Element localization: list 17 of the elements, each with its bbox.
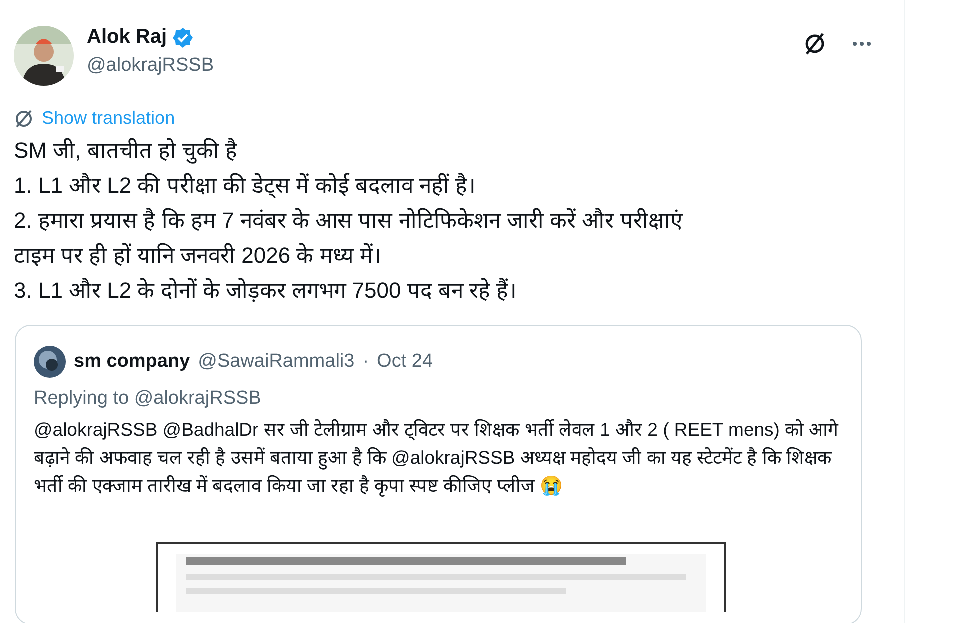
separator: · (362, 351, 370, 373)
post-text-line: 1. L1 और L2 की परीक्षा की डेट्स में कोई बदलाव नहीं है। (14, 172, 477, 200)
post-date[interactable]: Oct 24 (377, 351, 434, 373)
post-text-line: 2. हमारा प्रयास है कि हम 7 नवंबर के आस पास नोटिफिकेशन जारी करें और परीक्षाएं टाइम पर ही हों यानि जनवरी 2026 के मध्य में। (14, 207, 684, 270)
author-handle[interactable]: @alokrajRSSB (87, 55, 791, 77)
avatar (34, 346, 66, 378)
quoted-post-card[interactable] (15, 325, 862, 623)
translate-button[interactable] (804, 32, 826, 56)
replying-to-text: Replying to @alokrajRSSB (34, 388, 262, 410)
post-text-line: SM जी, बातचीत हो चुकी है (14, 137, 239, 166)
more-button[interactable] (852, 41, 872, 47)
quote-author-name[interactable]: sm company (74, 351, 190, 373)
quote-author-handle[interactable]: @SawaiRammali3 (198, 351, 355, 373)
quoted-post-text: @alokrajRSSB @BadhalDr सर जी टेलीग्राम और ट्विटर पर शिक्षक भर्ती लेवल 1 और 2 ( REET mens) को आगे बढ़ाने की अफवाह चल रही है उसमें बताया हुआ है कि @alokrajRSSB अध्यक्ष महोदय जी का यह स्टेटमेंट है कि शिक्षक भर्ती की एक्जाम तारीख में बदलाव किया जा रहा है कृपा स्पष्ट कीजिए प्लीज 😭 (34, 418, 840, 499)
post-text-line: 3. L1 और L2 के दोनों के जोड़कर लगभग 7500 पद बन रहे हैं। (14, 277, 518, 305)
author-name[interactable]: Alok Raj (87, 26, 168, 49)
translate-icon (14, 108, 34, 128)
